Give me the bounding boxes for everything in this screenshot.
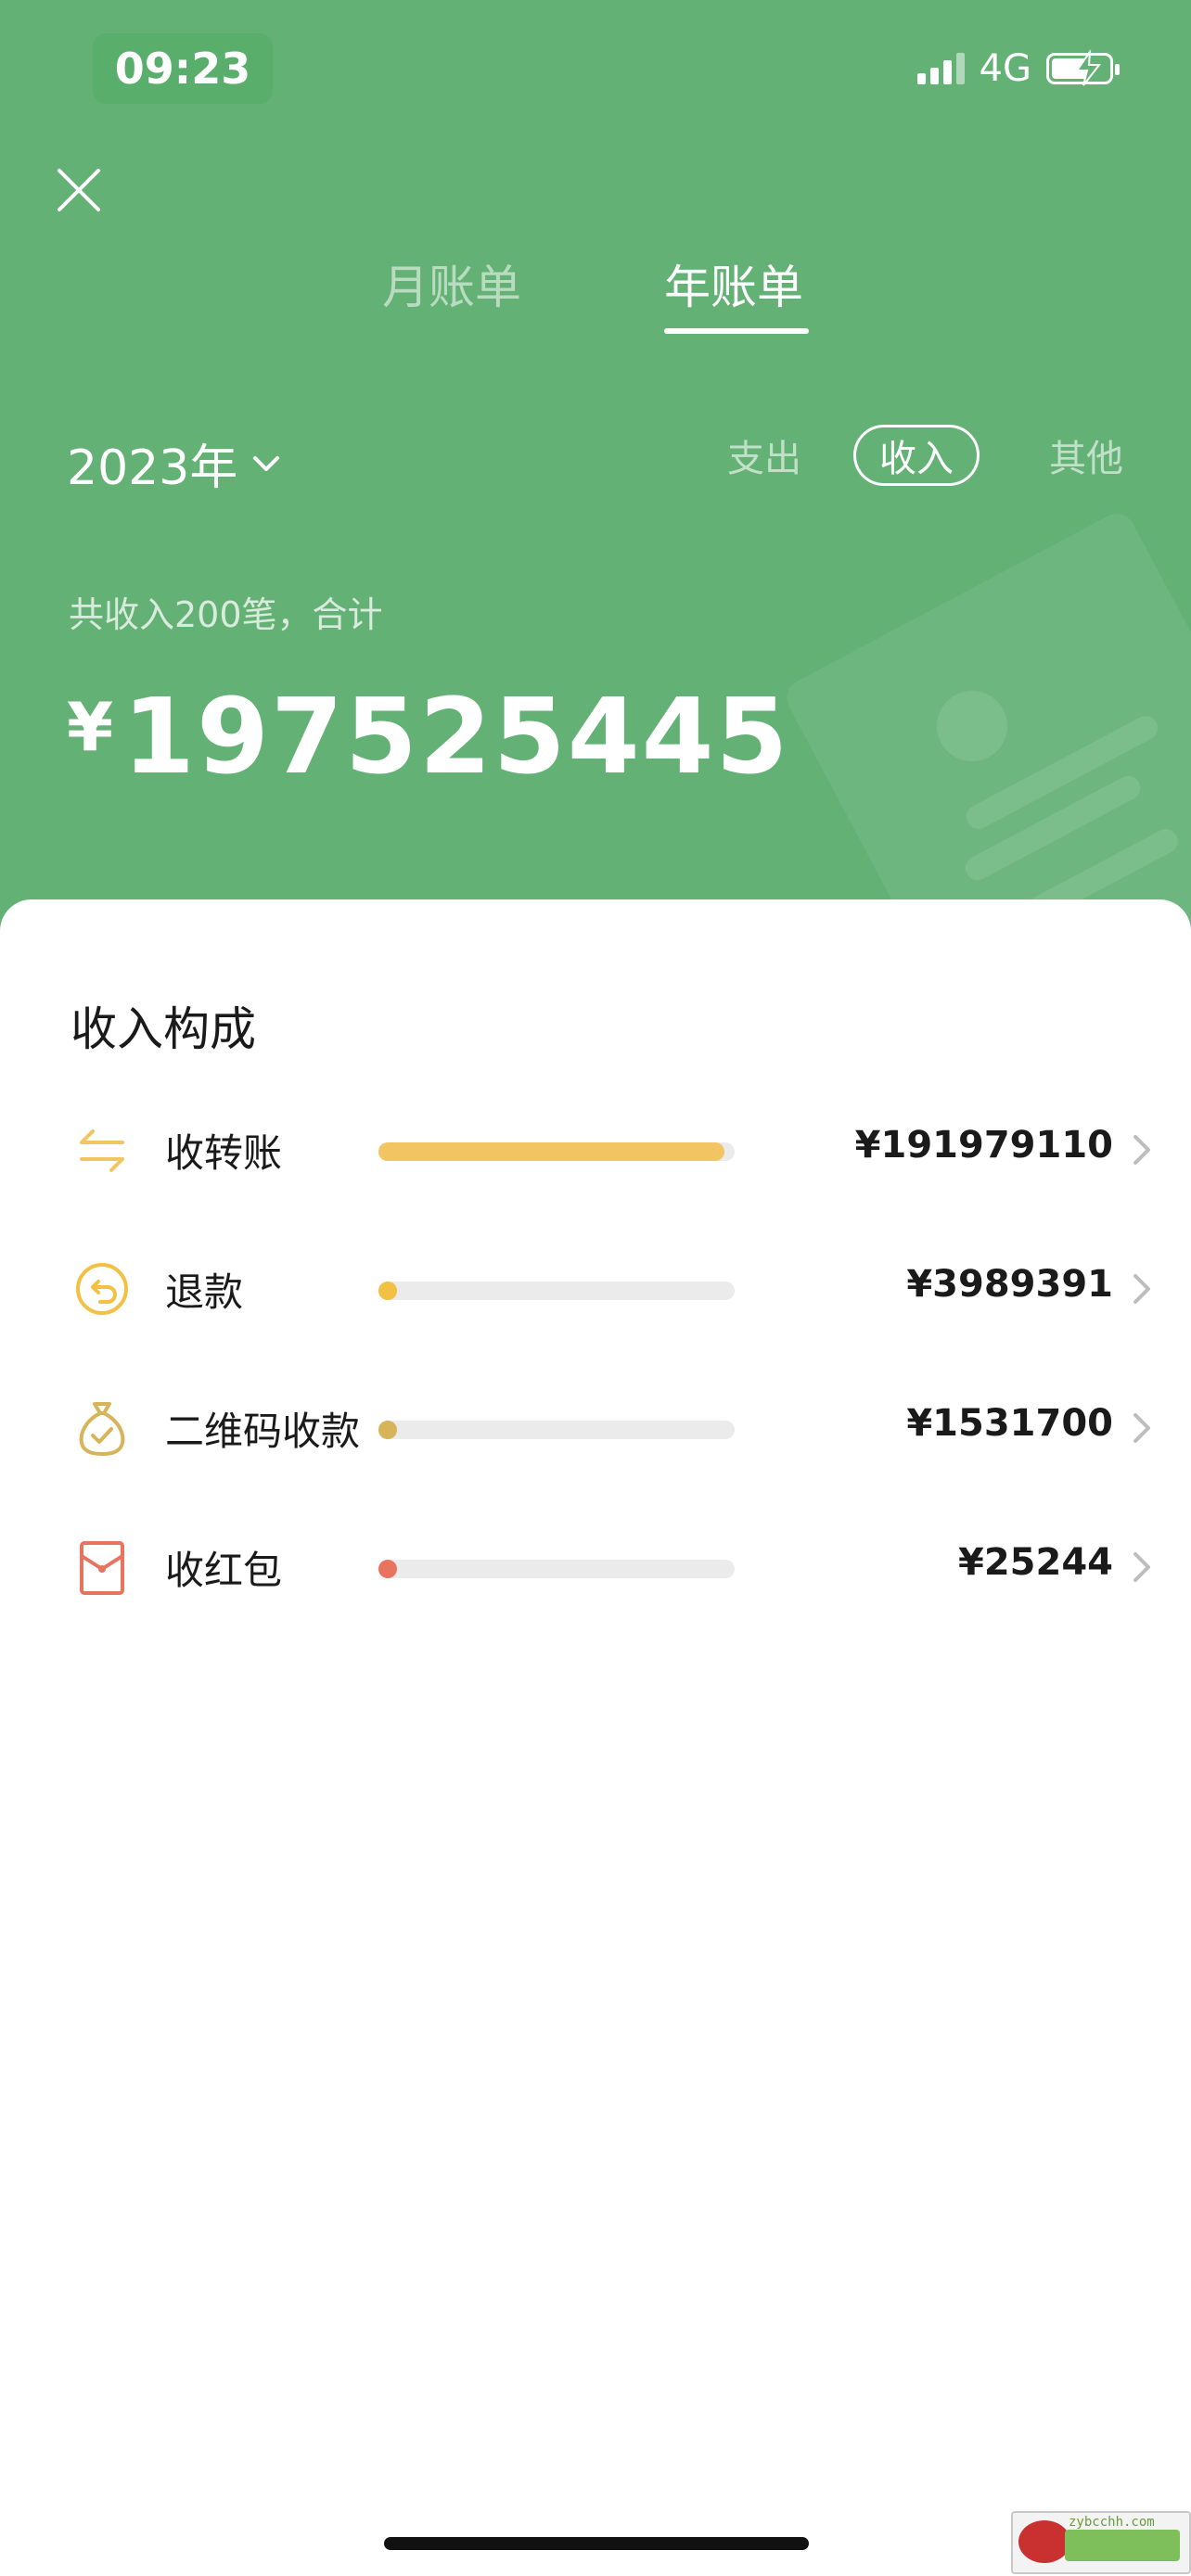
progress-track bbox=[378, 1282, 735, 1300]
chevron-down-icon bbox=[253, 455, 280, 471]
status-time: 09:23 bbox=[93, 33, 273, 104]
filter-other[interactable]: 其他 bbox=[1026, 425, 1146, 486]
decorative-dot bbox=[937, 691, 1007, 761]
network-type: 4G bbox=[979, 47, 1031, 90]
item-label: 收转账 bbox=[165, 1130, 283, 1176]
progress-track bbox=[378, 1421, 735, 1439]
item-label: 二维码收款 bbox=[165, 1409, 361, 1454]
list-item-transfer[interactable]: 收转账 ¥191979110 bbox=[0, 1102, 1191, 1194]
total-value: 197525445 bbox=[122, 677, 790, 797]
section-title: 收入构成 bbox=[70, 1002, 256, 1056]
composition-card: 收入构成 收转账 ¥191979110 退款 ¥3989391 二维码收款 ¥1… bbox=[0, 899, 1191, 2576]
chevron-right-icon bbox=[1133, 1413, 1150, 1443]
status-indicators: 4G bbox=[916, 43, 1120, 95]
tab-monthly-bill[interactable]: 月账单 bbox=[382, 250, 521, 317]
active-tab-indicator bbox=[664, 328, 809, 334]
item-label: 退款 bbox=[165, 1269, 244, 1315]
chevron-right-icon bbox=[1133, 1552, 1150, 1582]
bill-tabs: 月账单 年账单 bbox=[0, 250, 1191, 343]
filter-income[interactable]: 收入 bbox=[853, 425, 980, 486]
tab-yearly-bill[interactable]: 年账单 bbox=[664, 250, 803, 317]
refund-icon bbox=[76, 1263, 128, 1315]
battery-icon bbox=[1046, 50, 1120, 86]
type-filter: 支出 收入 其他 bbox=[588, 425, 1191, 490]
close-icon[interactable] bbox=[54, 165, 104, 215]
item-amount: ¥3989391 bbox=[906, 1263, 1113, 1306]
signal-icon bbox=[916, 53, 965, 84]
progress-track bbox=[378, 1142, 735, 1161]
summary-text: 共收入200笔，合计 bbox=[69, 594, 383, 635]
progress-fill bbox=[378, 1282, 397, 1300]
chevron-right-icon bbox=[1133, 1135, 1150, 1165]
money-bag-icon bbox=[79, 1402, 125, 1456]
item-amount: ¥191979110 bbox=[854, 1124, 1113, 1167]
item-amount: ¥1531700 bbox=[906, 1402, 1113, 1445]
item-label: 收红包 bbox=[165, 1548, 283, 1593]
watermark-logo: zybcchh.com bbox=[1011, 2511, 1191, 2574]
red-packet-icon bbox=[80, 1541, 124, 1595]
chevron-right-icon bbox=[1133, 1274, 1150, 1304]
progress-fill bbox=[378, 1421, 397, 1439]
year-selector[interactable]: 2023年 bbox=[67, 428, 282, 498]
progress-fill bbox=[378, 1142, 725, 1161]
list-item-red-packet[interactable]: 收红包 ¥25244 bbox=[0, 1519, 1191, 1612]
currency-symbol: ¥ bbox=[67, 688, 114, 766]
transfer-icon bbox=[80, 1129, 124, 1172]
list-item-refund[interactable]: 退款 ¥3989391 bbox=[0, 1241, 1191, 1333]
progress-track bbox=[378, 1560, 735, 1578]
total-amount: ¥ 197525445 bbox=[67, 677, 789, 797]
home-indicator[interactable] bbox=[384, 2537, 809, 2550]
item-amount: ¥25244 bbox=[958, 1541, 1113, 1584]
filter-expense[interactable]: 支出 bbox=[709, 425, 820, 486]
list-item-qr-payment[interactable]: 二维码收款 ¥1531700 bbox=[0, 1380, 1191, 1473]
year-label: 2023年 bbox=[67, 440, 238, 496]
progress-fill bbox=[378, 1560, 397, 1578]
